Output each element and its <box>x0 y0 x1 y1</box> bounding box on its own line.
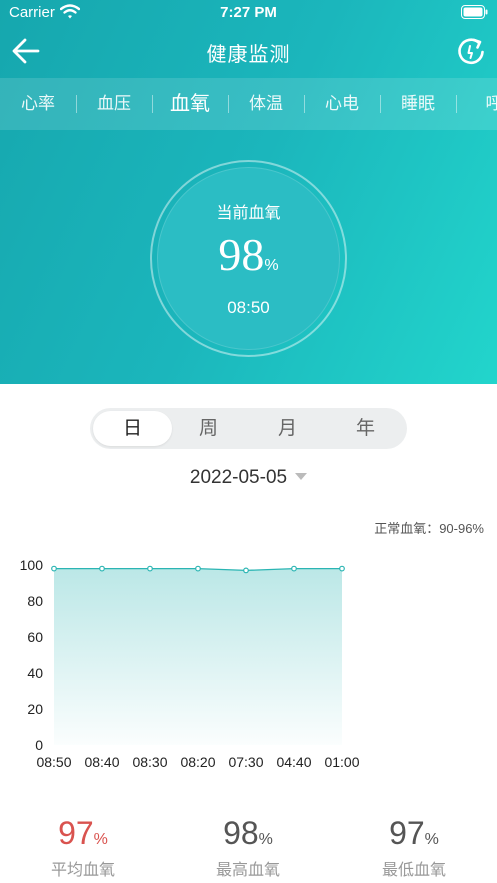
x-tick-label: 08:30 <box>132 754 167 770</box>
stat-highest-label: 最高血氧 <box>215 862 280 879</box>
page-title: 健康监测 <box>206 44 291 66</box>
x-tick-label: 01:00 <box>324 754 359 770</box>
x-tick-label: 08:20 <box>180 754 215 770</box>
x-tick-label: 08:50 <box>36 754 71 770</box>
stat-lowest-value: 97 <box>389 815 425 851</box>
current-reading: 98% <box>150 228 347 281</box>
stat-lowest-label: 最低血氧 <box>381 862 446 879</box>
data-point <box>195 565 201 572</box>
y-tick-label: 20 <box>27 701 43 717</box>
y-tick-label: 80 <box>27 593 43 609</box>
stat-highest-value-wrap: 98% <box>178 815 318 852</box>
stat-highest-value: 98 <box>223 815 259 851</box>
period-year[interactable]: 年 <box>326 408 405 449</box>
stat-lowest: 97% 最低血氧 <box>344 815 484 880</box>
tab-blood-oxygen[interactable]: 血氧 <box>152 78 228 130</box>
blood-oxygen-chart: 100 80 60 40 20 0 08:50 08:40 08:30 08:20 07:30 04… <box>20 557 360 770</box>
period-week[interactable]: 周 <box>169 408 248 449</box>
battery-icon <box>461 5 488 19</box>
caret-down-icon <box>295 473 308 480</box>
refresh-icon[interactable] <box>456 37 486 67</box>
data-point <box>339 565 345 572</box>
y-tick-label: 0 <box>35 737 43 753</box>
stat-highest-unit: % <box>258 831 273 848</box>
current-reading-unit: % <box>264 257 279 274</box>
tab-temperature[interactable]: 体温 <box>228 78 304 130</box>
data-point <box>243 567 249 574</box>
x-tick-label: 07:30 <box>228 754 263 770</box>
nav-bar: 健康监测 <box>0 26 497 78</box>
stat-average-label: 平均血氧 <box>50 862 115 879</box>
tab-heart-rate[interactable]: 心率 <box>0 78 76 130</box>
stat-average-value: 97 <box>58 815 94 851</box>
current-reading-value: 98 <box>218 229 265 280</box>
stat-average-value-wrap: 97% <box>13 815 153 852</box>
normal-range-note: 正常血氧：90-96% <box>374 521 484 536</box>
stat-lowest-value-wrap: 97% <box>344 815 484 852</box>
period-month[interactable]: 月 <box>248 408 327 449</box>
y-tick-label: 40 <box>27 665 43 681</box>
stat-highest: 98% 最高血氧 <box>178 815 318 880</box>
y-tick-label: 100 <box>20 557 44 573</box>
header-area: Carrier 7:27 PM 健康监测 心率 血压 血氧 体温 心电 睡眠 呼… <box>0 0 497 384</box>
current-reading-time: 08:50 <box>227 298 270 317</box>
metric-tabs: 心率 血压 血氧 体温 心电 睡眠 呼 <box>0 78 497 130</box>
stat-average: 97% 平均血氧 <box>13 815 153 880</box>
status-time: 7:27 PM <box>220 4 277 21</box>
status-bar: Carrier 7:27 PM <box>0 0 497 26</box>
y-tick-label: 60 <box>27 629 43 645</box>
area-fill <box>54 568 342 745</box>
period-selector: 日 周 月 年 <box>90 408 407 449</box>
date-picker[interactable]: 2022-05-05 <box>0 467 497 489</box>
stat-average-unit: % <box>93 831 108 848</box>
data-point <box>99 565 105 572</box>
date-value: 2022-05-05 <box>189 467 288 488</box>
stat-lowest-unit: % <box>424 831 439 848</box>
tab-blood-pressure[interactable]: 血压 <box>76 78 152 130</box>
x-tick-label: 04:40 <box>276 754 311 770</box>
x-tick-label: 08:40 <box>84 754 119 770</box>
tab-sleep[interactable]: 睡眠 <box>380 78 456 130</box>
data-point <box>147 565 153 572</box>
data-point <box>291 565 297 572</box>
period-day[interactable]: 日 <box>93 411 172 446</box>
current-reading-label: 当前血氧 <box>216 205 281 222</box>
tab-respiration[interactable]: 呼 <box>456 78 497 130</box>
tab-ecg[interactable]: 心电 <box>304 78 380 130</box>
data-point <box>51 565 57 572</box>
